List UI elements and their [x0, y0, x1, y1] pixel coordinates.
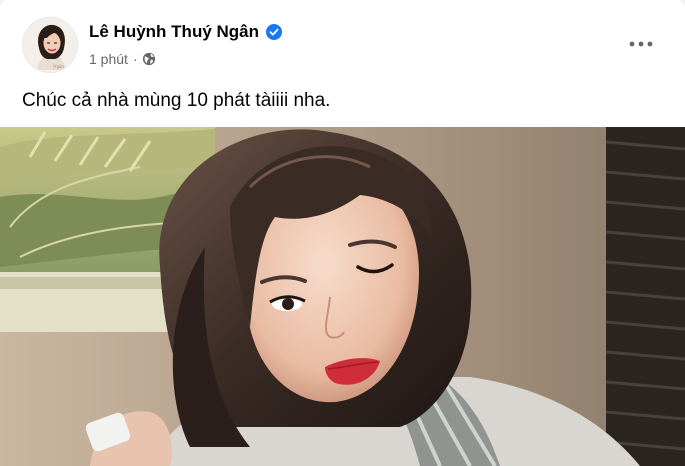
post-message: Chúc cả nhà mùng 10 phát tàiiii nha.: [22, 90, 331, 111]
more-options-button[interactable]: [621, 26, 661, 62]
post-timestamp[interactable]: 1 phút: [89, 51, 128, 67]
more-horizontal-icon: [629, 35, 653, 53]
verified-badge-icon: [266, 24, 282, 40]
meta-separator: ·: [132, 51, 138, 67]
author-line: Lê Huỳnh Thuý Ngân: [89, 21, 282, 43]
author-name[interactable]: Lê Huỳnh Thuý Ngân: [89, 21, 259, 43]
author-avatar[interactable]: Ngân: [22, 17, 78, 73]
post-meta: 1 phút ·: [89, 50, 156, 68]
globe-icon[interactable]: [142, 52, 156, 66]
svg-text:Ngân: Ngân: [53, 65, 64, 70]
post-card: Ngân Lê Huỳnh Thuý Ngân 1 phút · Chúc cả…: [0, 0, 685, 466]
post-header: Ngân Lê Huỳnh Thuý Ngân 1 phút ·: [0, 0, 685, 80]
post-photo[interactable]: [0, 127, 685, 466]
